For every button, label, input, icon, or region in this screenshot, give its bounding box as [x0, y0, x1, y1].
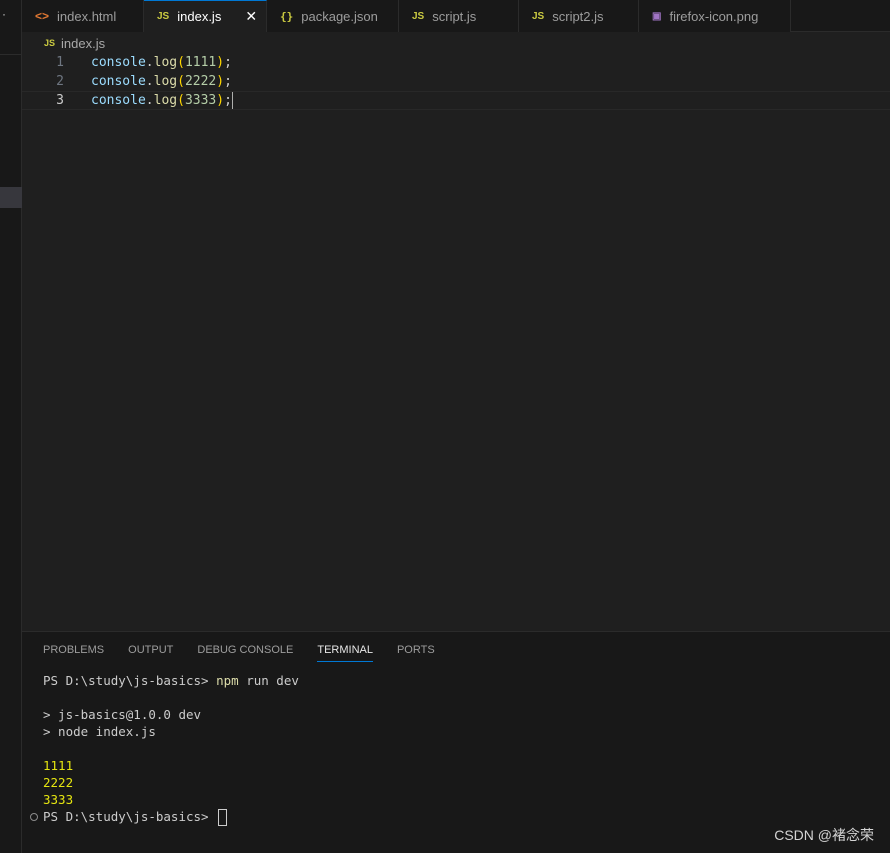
- image-file-icon: ▣: [652, 10, 662, 22]
- tab-label: script.js: [432, 8, 477, 24]
- tab-index-js[interactable]: JS index.js ✕: [144, 0, 267, 32]
- activity-strip: ·: [0, 0, 22, 853]
- sidebar-dot: ·: [2, 7, 6, 21]
- tab-label: firefox-icon.png: [669, 8, 759, 24]
- line-number: 2: [56, 74, 64, 89]
- js-file-icon: JS: [157, 11, 170, 22]
- line-number: 1: [56, 55, 64, 70]
- code-editor[interactable]: 1 console.log(1111); 2 console.log(2222)…: [22, 53, 890, 631]
- code-line[interactable]: 1 console.log(1111);: [22, 53, 890, 72]
- code-text: console.log(2222);: [91, 74, 232, 89]
- terminal-output[interactable]: PS D:\study\js-basics> npm run dev > js-…: [43, 672, 299, 826]
- terminal-output-line: 1111: [43, 758, 74, 773]
- watermark: CSDN @褚念荣: [774, 827, 874, 843]
- terminal-line: PS D:\study\js-basics> npm run dev: [43, 673, 299, 688]
- json-file-icon: {}: [280, 9, 294, 23]
- tab-script2-js[interactable]: JS script2.js: [519, 0, 639, 32]
- tab-label: script2.js: [552, 8, 604, 24]
- tab-index-html[interactable]: <> index.html: [22, 0, 144, 32]
- sidebar-divider: [0, 54, 22, 55]
- editor-tab-bar: <> index.html JS index.js ✕ {} package.j…: [22, 0, 890, 32]
- tab-firefox-icon-png[interactable]: ▣ firefox-icon.png: [639, 0, 791, 32]
- js-file-icon: JS: [44, 38, 56, 48]
- terminal-line: > node index.js: [43, 724, 156, 739]
- terminal-prompt-line[interactable]: PS D:\study\js-basics>: [43, 808, 299, 826]
- code-text: console.log(3333);: [91, 92, 233, 109]
- tab-package-json[interactable]: {} package.json: [267, 0, 399, 32]
- tab-label: package.json: [301, 8, 378, 24]
- terminal-output-line: 3333: [43, 792, 74, 807]
- tab-ports[interactable]: PORTS: [397, 640, 435, 662]
- tab-problems[interactable]: PROBLEMS: [43, 640, 104, 662]
- command-decoration-icon[interactable]: [30, 813, 38, 821]
- terminal-output-line: 2222: [43, 775, 74, 790]
- code-text: console.log(1111);: [91, 55, 232, 70]
- text-cursor: [231, 92, 233, 109]
- terminal-cursor: [218, 809, 228, 826]
- js-file-icon: JS: [412, 10, 425, 22]
- sidebar-selected-item[interactable]: [0, 187, 22, 208]
- tab-terminal[interactable]: TERMINAL: [317, 640, 373, 662]
- tab-label: index.html: [57, 8, 117, 24]
- terminal-line: > js-basics@1.0.0 dev: [43, 707, 202, 722]
- tab-label: index.js: [177, 9, 222, 24]
- code-line-current[interactable]: 3 console.log(3333);: [22, 91, 890, 110]
- js-file-icon: JS: [532, 10, 545, 22]
- code-line[interactable]: 2 console.log(2222);: [22, 72, 890, 91]
- tab-output[interactable]: OUTPUT: [128, 640, 173, 662]
- breadcrumb[interactable]: JS index.js: [22, 33, 105, 53]
- close-icon[interactable]: ✕: [245, 8, 257, 25]
- html-file-icon: <>: [35, 9, 50, 23]
- bottom-panel: PROBLEMS OUTPUT DEBUG CONSOLE TERMINAL P…: [22, 631, 890, 853]
- breadcrumb-file[interactable]: index.js: [61, 36, 105, 51]
- panel-tabs: PROBLEMS OUTPUT DEBUG CONSOLE TERMINAL P…: [43, 640, 459, 662]
- line-number: 3: [56, 93, 64, 108]
- tab-debug-console[interactable]: DEBUG CONSOLE: [197, 640, 293, 662]
- tab-script-js[interactable]: JS script.js: [399, 0, 519, 32]
